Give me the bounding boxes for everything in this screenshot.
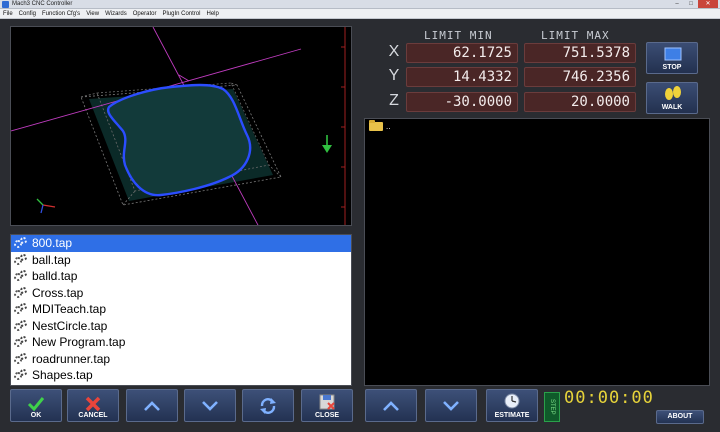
stop-icon [664,47,682,61]
stop-button[interactable]: STOP [646,42,698,74]
footprints-icon [665,86,681,100]
limit-max-header: LIMIT MAX [541,29,610,42]
folder-icon [369,120,383,131]
gcode-file-icon [14,270,28,282]
chevron-down-icon [443,401,459,411]
close-button[interactable]: CLOSE [301,389,353,422]
browser-scroll-up-button[interactable] [365,389,417,422]
toolpath-drawing [11,27,346,225]
walk-button[interactable]: WALK [646,82,698,114]
file-item-roadrunner[interactable]: roadrunner.tap [11,351,351,368]
file-item-800[interactable]: 800.tap [11,235,351,252]
window-controls: – □ ✕ [670,0,718,9]
menu-plugin-control[interactable]: PlugIn Control [162,9,200,19]
gcode-file-icon [14,319,28,332]
cancel-button[interactable]: CANCEL [67,389,119,422]
browser-scroll-down-button[interactable] [425,389,477,422]
gcode-file-icon [14,237,28,249]
scroll-up-button[interactable] [126,389,178,422]
estimate-label: ESTIMATE [494,412,530,419]
file-item-new-program[interactable]: New Program.tap [11,334,351,351]
menu-operator[interactable]: Operator [133,9,157,19]
x-limit-max[interactable]: 751.5378 [524,43,636,63]
cross-icon [85,396,101,412]
step-indicator: STEP [544,392,560,422]
refresh-icon [260,398,276,414]
z-limit-min[interactable]: -30.0000 [406,92,518,112]
menu-file[interactable]: File [3,9,13,19]
file-name: New Program.tap [32,335,126,350]
axis-label-y: Y [388,67,400,84]
file-name: Cross.tap [32,285,84,300]
gcode-file-icon [14,352,28,365]
window-close-button[interactable]: ✕ [698,0,718,8]
menu-config[interactable]: Config [19,9,36,19]
gcode-file-icon [14,336,28,348]
ok-button[interactable]: OK [10,389,62,422]
ok-label: OK [30,412,42,419]
menu-view[interactable]: View [86,9,99,19]
gcode-file-icon [14,286,28,299]
parent-folder-item[interactable]: .. [369,120,391,131]
file-item-balld[interactable]: balld.tap [11,268,351,285]
file-name: Shapes.tap [32,368,93,383]
file-item-cross[interactable]: Cross.tap [11,285,351,302]
x-limit-min[interactable]: 62.1725 [406,43,518,63]
refresh-button[interactable] [242,389,294,422]
file-item-shapes[interactable]: Shapes.tap [11,367,351,384]
close-label: CLOSE [314,412,340,419]
checkmark-icon [27,397,45,412]
file-browser-panel[interactable]: .. [364,118,710,386]
menu-bar: File Config Function Cfg's View Wizards … [0,9,720,19]
chevron-up-icon [383,401,399,411]
axis-label-x: X [388,43,400,60]
gcode-file-icon [14,303,28,315]
save-close-icon [319,394,335,410]
file-name: roadrunner.tap [32,351,111,366]
app-icon [2,1,9,8]
y-limit-min[interactable]: 14.4332 [406,67,518,87]
walk-label: WALK [661,104,683,111]
about-button[interactable]: ABOUT [656,410,704,424]
scroll-down-button[interactable] [184,389,236,422]
stop-label: STOP [662,64,682,71]
file-name: ball.tap [32,252,71,267]
menu-function-cfgs[interactable]: Function Cfg's [42,9,80,19]
chevron-up-icon [144,401,160,411]
elapsed-timer: 00:00:00 [564,388,654,408]
file-name: 800.tap [32,236,73,251]
toolpath-viewport[interactable] [10,26,352,226]
limit-min-header: LIMIT MIN [424,29,493,42]
gcode-file-icon [14,369,28,381]
parent-folder-label: .. [386,122,391,131]
file-item-nestcircle[interactable]: NestCircle.tap [11,318,351,335]
cancel-label: CANCEL [78,412,108,419]
file-item-ball[interactable]: ball.tap [11,252,351,269]
file-name: NestCircle.tap [32,318,108,333]
file-name: balld.tap [32,269,78,284]
file-list[interactable]: 800.tap ball.tap balld.tap Cross.tap MDI… [10,234,352,386]
gcode-file-icon [14,253,28,266]
maximize-button[interactable]: □ [684,0,698,8]
minimize-button[interactable]: – [670,0,684,8]
chevron-down-icon [202,401,218,411]
menu-help[interactable]: Help [206,9,218,19]
file-item-mditeach[interactable]: MDITeach.tap [11,301,351,318]
file-name: MDITeach.tap [32,302,107,317]
axis-label-z: Z [389,92,399,109]
menu-wizards[interactable]: Wizards [105,9,127,19]
clock-icon [504,393,520,409]
estimate-button[interactable]: ESTIMATE [486,389,538,422]
y-limit-max[interactable]: 746.2356 [524,67,636,87]
z-limit-max[interactable]: 20.0000 [524,92,636,112]
